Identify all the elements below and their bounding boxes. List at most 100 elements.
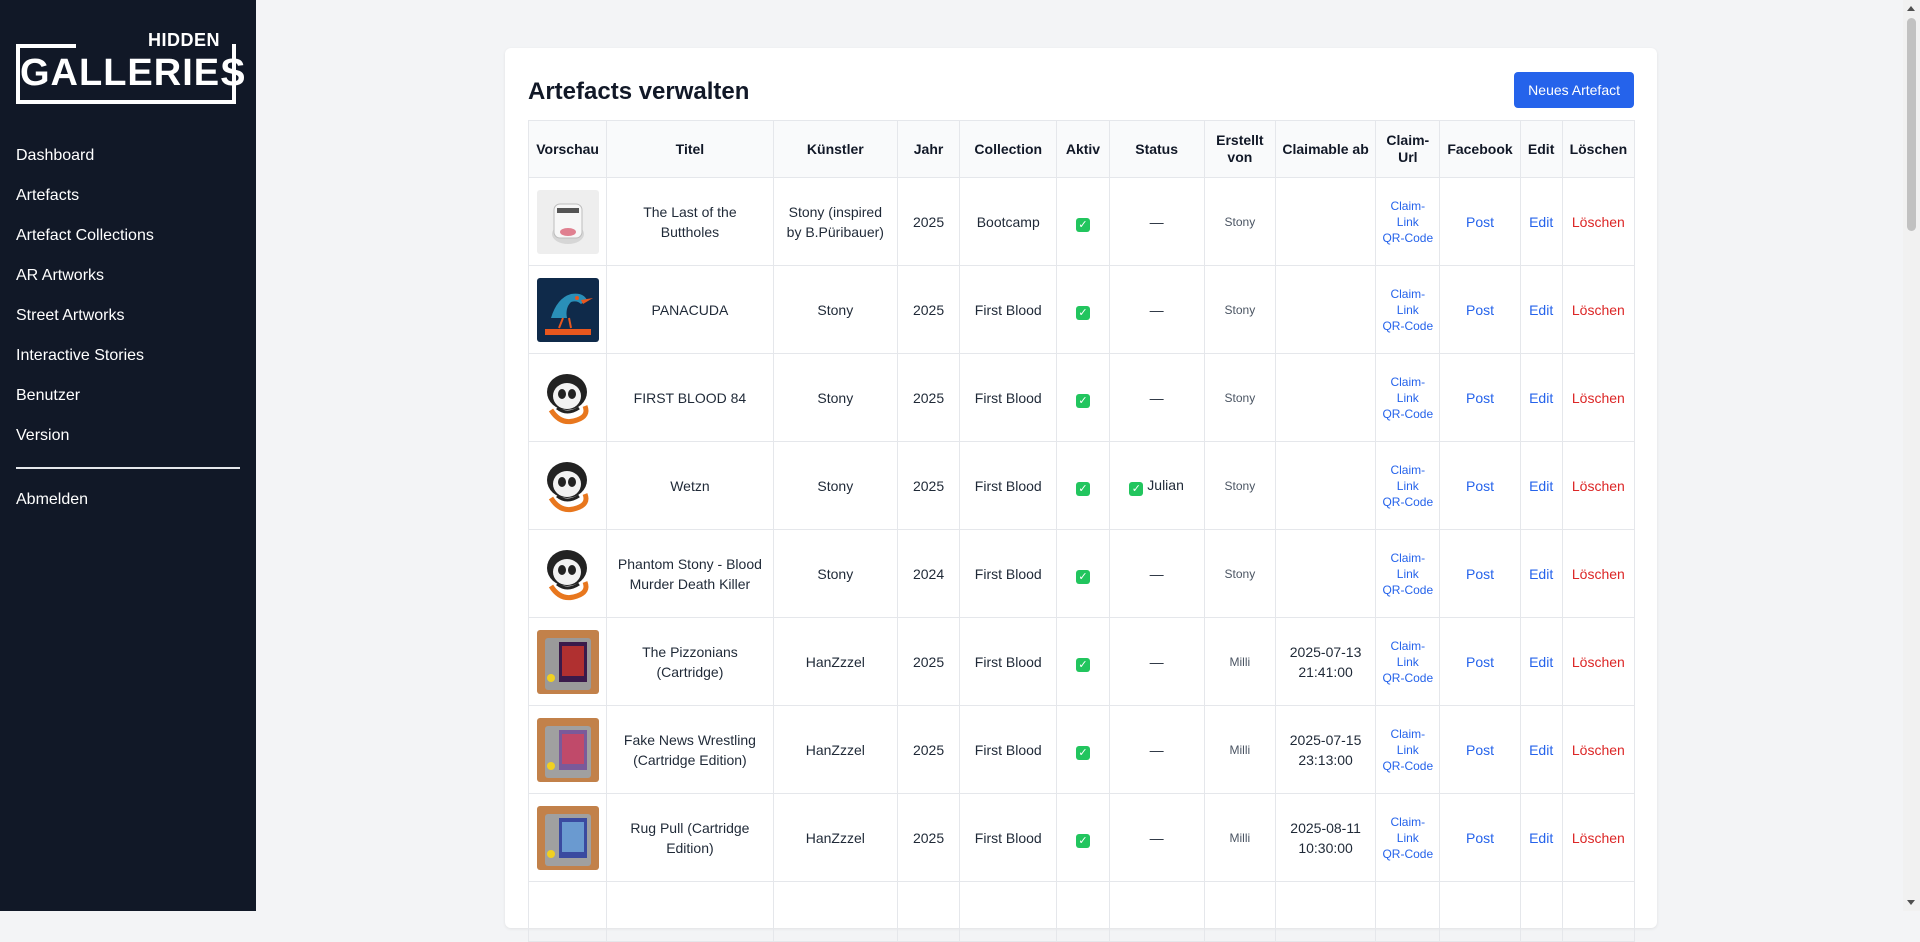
- edit-link[interactable]: Edit: [1529, 830, 1553, 846]
- active-check-icon[interactable]: ✓: [1075, 570, 1090, 584]
- delete-link[interactable]: Löschen: [1572, 830, 1625, 846]
- edit-link[interactable]: Edit: [1529, 214, 1553, 230]
- claim-link[interactable]: Claim-Link: [1382, 462, 1433, 494]
- delete-link[interactable]: Löschen: [1572, 302, 1625, 318]
- preview-cell: [527, 177, 608, 266]
- qr-code-link[interactable]: QR-Code: [1382, 406, 1433, 422]
- collection-cell: First Blood: [959, 793, 1058, 882]
- scroll-up-icon[interactable]: [1907, 6, 1915, 11]
- sidebar-item-street-artworks[interactable]: Street Artworks: [0, 296, 256, 336]
- artefact-thumbnail: [537, 366, 599, 430]
- facebook-post-link[interactable]: Post: [1466, 566, 1494, 582]
- sidebar-item-interactive-stories[interactable]: Interactive Stories: [0, 336, 256, 376]
- status-cell: —: [1108, 617, 1205, 706]
- claim-link[interactable]: Claim-Link: [1382, 198, 1433, 230]
- delete-link[interactable]: Löschen: [1572, 390, 1625, 406]
- qr-code-link[interactable]: QR-Code: [1382, 758, 1433, 774]
- collection-cell: First Blood: [959, 353, 1058, 442]
- edit-link[interactable]: Edit: [1529, 742, 1553, 758]
- created-by-text: Stony: [1224, 215, 1256, 229]
- facebook-post-link[interactable]: Post: [1466, 830, 1494, 846]
- edit-link[interactable]: Edit: [1529, 478, 1553, 494]
- sidebar-item-dashboard[interactable]: Dashboard: [0, 136, 256, 176]
- sidebar-item-version[interactable]: Version: [0, 416, 256, 456]
- edit-link[interactable]: Edit: [1529, 654, 1553, 670]
- artist-cell: Stony: [772, 265, 898, 354]
- scroll-down-icon[interactable]: [1907, 900, 1915, 905]
- created-by-text: Stony: [1224, 567, 1256, 581]
- collection-cell: First Blood: [959, 265, 1058, 354]
- status-text: Julian: [1147, 477, 1184, 493]
- table-row: The Pizzonians (Cartridge) HanZzzel 2025 Fi…: [527, 617, 1636, 706]
- sidebar-item-ar-artworks[interactable]: AR Artworks: [0, 256, 256, 296]
- active-check-icon[interactable]: ✓: [1075, 306, 1090, 320]
- collection-cell: First Blood: [959, 441, 1058, 530]
- hidden-galleries-logo[interactable]: HIDDEN GALLERIES: [16, 30, 245, 104]
- year-cell: 2025: [896, 705, 961, 794]
- edit-cell: Edit: [1519, 529, 1563, 618]
- table-cell: [1561, 881, 1636, 942]
- delete-link[interactable]: Löschen: [1572, 654, 1625, 670]
- created-by-text: Stony: [1224, 303, 1256, 317]
- claim-link[interactable]: Claim-Link: [1382, 286, 1433, 318]
- edit-link[interactable]: Edit: [1529, 302, 1553, 318]
- status-text: —: [1149, 653, 1164, 670]
- active-check-icon[interactable]: ✓: [1075, 482, 1090, 496]
- artefact-thumbnail: [537, 542, 599, 606]
- qr-code-link[interactable]: QR-Code: [1382, 846, 1433, 862]
- qr-code-link[interactable]: QR-Code: [1382, 318, 1433, 334]
- delete-cell: Löschen: [1561, 793, 1636, 882]
- claim-link[interactable]: Claim-Link: [1382, 814, 1433, 846]
- qr-code-link[interactable]: QR-Code: [1382, 582, 1433, 598]
- claim-link[interactable]: Claim-Link: [1382, 550, 1433, 582]
- qr-code-link[interactable]: QR-Code: [1382, 230, 1433, 246]
- facebook-post-link[interactable]: Post: [1466, 742, 1494, 758]
- active-check-icon[interactable]: ✓: [1075, 834, 1090, 848]
- claim-link[interactable]: Claim-Link: [1382, 726, 1433, 758]
- facebook-post-link[interactable]: Post: [1466, 302, 1494, 318]
- year-cell: 2025: [896, 177, 961, 266]
- edit-link[interactable]: Edit: [1529, 390, 1553, 406]
- facebook-post-link[interactable]: Post: [1466, 478, 1494, 494]
- delete-link[interactable]: Löschen: [1572, 742, 1625, 758]
- delete-link[interactable]: Löschen: [1572, 566, 1625, 582]
- active-check-icon[interactable]: ✓: [1075, 746, 1090, 760]
- claimable-cell: 2025-07-15 23:13:00: [1274, 705, 1377, 794]
- delete-link[interactable]: Löschen: [1572, 214, 1625, 230]
- facebook-post-link[interactable]: Post: [1466, 390, 1494, 406]
- sidebar-item-artefacts[interactable]: Artefacts: [0, 176, 256, 216]
- facebook-cell: Post: [1439, 793, 1521, 882]
- active-check-icon[interactable]: ✓: [1075, 658, 1090, 672]
- table-row: Fake News Wrestling (Cartridge Edition) H…: [527, 705, 1636, 794]
- active-check-icon[interactable]: ✓: [1075, 218, 1090, 232]
- logo-frame: GALLERIES: [16, 44, 245, 104]
- title-cell: Rug Pull (Cartridge Edition): [606, 793, 774, 882]
- status-cell: —: [1108, 529, 1205, 618]
- claim-link[interactable]: Claim-Link: [1382, 374, 1433, 406]
- facebook-post-link[interactable]: Post: [1466, 214, 1494, 230]
- sidebar-item-benutzer[interactable]: Benutzer: [0, 376, 256, 416]
- scroll-thumb[interactable]: [1907, 18, 1916, 231]
- collection-cell: First Blood: [959, 705, 1058, 794]
- page-scrollbar[interactable]: [1903, 0, 1920, 911]
- active-check-icon[interactable]: ✓: [1075, 394, 1090, 408]
- qr-code-link[interactable]: QR-Code: [1382, 670, 1433, 686]
- new-artefact-button[interactable]: Neues Artefact: [1514, 72, 1634, 108]
- table-cell: [772, 881, 898, 942]
- claim-link[interactable]: Claim-Link: [1382, 638, 1433, 670]
- sidebar-item-logout[interactable]: Abmelden: [0, 480, 256, 520]
- sidebar-item-artefact-collections[interactable]: Artefact Collections: [0, 216, 256, 256]
- edit-link[interactable]: Edit: [1529, 566, 1553, 582]
- facebook-post-link[interactable]: Post: [1466, 654, 1494, 670]
- title-cell: The Last of the Buttholes: [606, 177, 774, 266]
- created-by-cell: Stony: [1203, 177, 1276, 266]
- qr-code-link[interactable]: QR-Code: [1382, 494, 1433, 510]
- claim-url-cell: Claim-Link QR-Code: [1375, 529, 1441, 618]
- preview-cell: [527, 353, 608, 442]
- status-text: —: [1149, 829, 1164, 846]
- delete-cell: Löschen: [1561, 705, 1636, 794]
- delete-link[interactable]: Löschen: [1572, 478, 1625, 494]
- title-cell: Phantom Stony - Blood Murder Death Kille…: [606, 529, 774, 618]
- claim-url-cell: Claim-Link QR-Code: [1375, 793, 1441, 882]
- claimable-cell: 2025-07-13 21:41:00: [1274, 617, 1377, 706]
